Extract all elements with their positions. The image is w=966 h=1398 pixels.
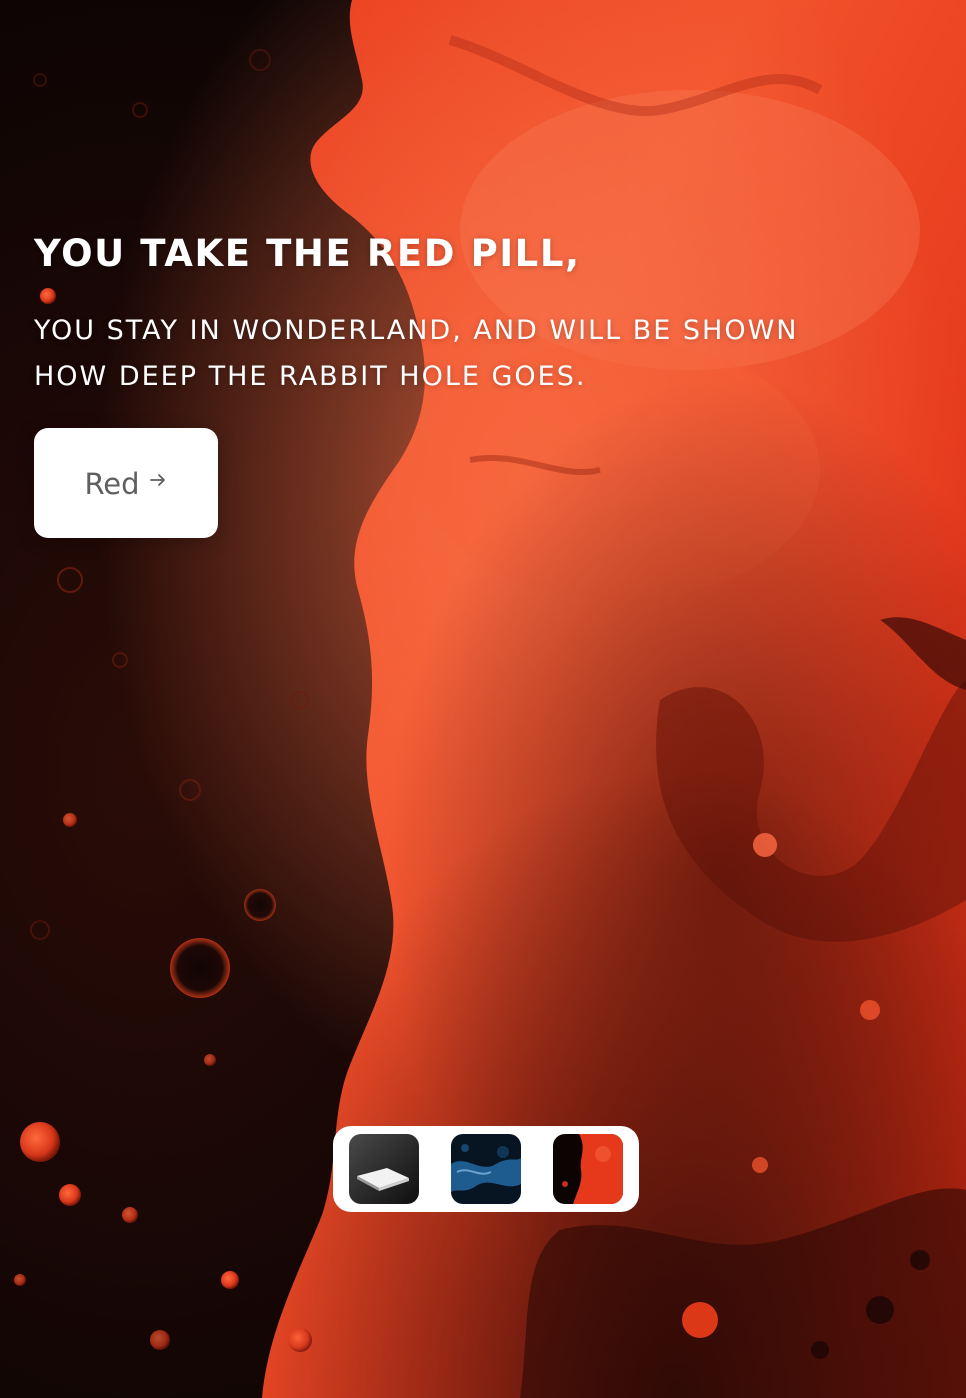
theme-selector <box>333 1126 639 1212</box>
red-pill-thumbnail[interactable] <box>553 1134 623 1204</box>
hero-section: YOU TAKE THE RED PILL, YOU STAY IN WONDE… <box>34 228 894 400</box>
red-button-label: Red <box>84 467 140 501</box>
page: YOU TAKE THE RED PILL, YOU STAY IN WONDE… <box>0 0 966 1398</box>
arrow-right-icon <box>149 474 165 486</box>
hero-subtitle: YOU STAY IN WONDERLAND, AND WILL BE SHOW… <box>34 315 799 392</box>
blue-pill-thumbnail[interactable] <box>451 1134 521 1204</box>
white-pill-thumbnail[interactable] <box>349 1134 419 1204</box>
red-button[interactable]: Red <box>34 428 218 538</box>
hero-title: YOU TAKE THE RED PILL, <box>34 232 581 275</box>
